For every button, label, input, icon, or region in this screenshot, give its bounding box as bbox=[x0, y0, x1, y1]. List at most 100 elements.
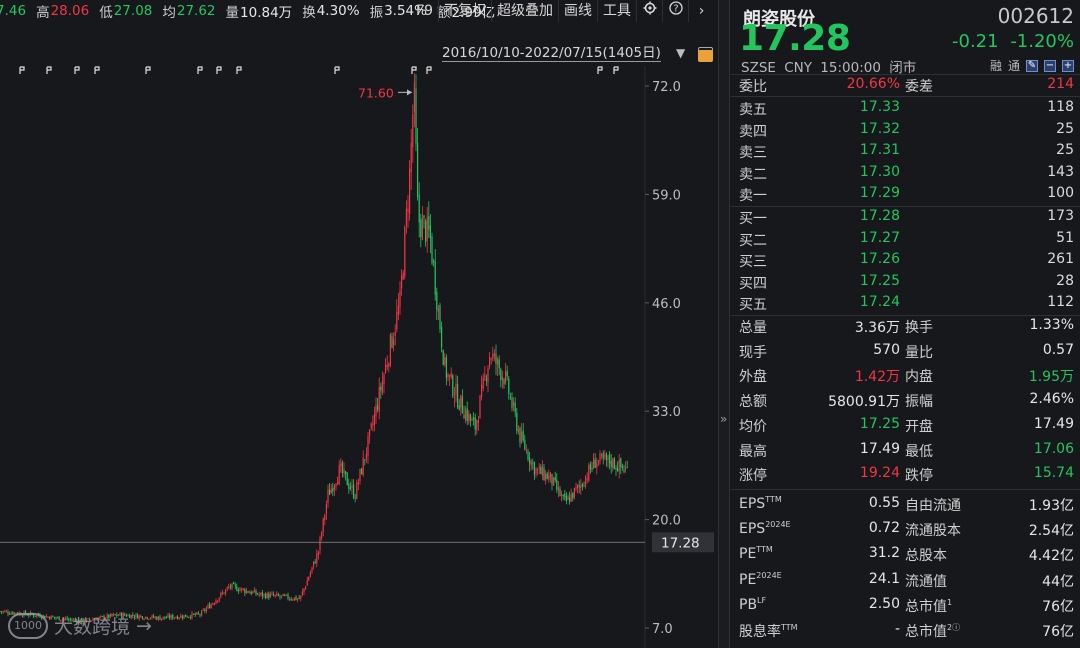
candle-body bbox=[607, 455, 609, 461]
f9-button[interactable]: F9 bbox=[411, 0, 438, 22]
candle-body bbox=[386, 364, 388, 367]
candle-body bbox=[623, 470, 625, 472]
candle-body bbox=[309, 572, 311, 577]
bids-price: 17.25 bbox=[859, 272, 900, 289]
asks-row[interactable]: 卖四 17.32 25 bbox=[731, 120, 1080, 141]
candle-body bbox=[463, 414, 465, 419]
watermark: 1000 大数跨境 → bbox=[8, 612, 152, 639]
high-value: 28.06 bbox=[50, 3, 90, 19]
event-flag-icon bbox=[74, 66, 80, 74]
candle-body bbox=[551, 474, 553, 485]
candle-body bbox=[325, 504, 327, 514]
candle-body bbox=[465, 410, 467, 421]
candle-body bbox=[477, 420, 479, 424]
candle-body bbox=[474, 416, 476, 430]
candle-body bbox=[447, 373, 449, 378]
prev-value: 7.46 bbox=[0, 3, 27, 19]
asks-level-label: 卖四 bbox=[739, 123, 767, 140]
candle-body bbox=[257, 593, 259, 595]
candle-body bbox=[413, 83, 415, 113]
fundamental-value: 2.54亿 bbox=[1028, 523, 1074, 540]
bids-row[interactable]: 买五 17.24 112 bbox=[731, 293, 1080, 314]
amplitude-label: 振 bbox=[369, 5, 384, 21]
overlay-button[interactable]: 超级叠加 bbox=[491, 0, 558, 22]
candle-body bbox=[345, 471, 347, 474]
bids-row[interactable]: 买一 17.28 173 bbox=[731, 207, 1080, 228]
bids-row[interactable]: 买二 17.27 51 bbox=[731, 229, 1080, 250]
bids-volume: 261 bbox=[1047, 251, 1074, 268]
candle-body bbox=[471, 418, 473, 421]
collapse-panel-icon[interactable]: » bbox=[720, 412, 727, 426]
candle-body bbox=[161, 618, 163, 621]
draw-button[interactable]: 画线 bbox=[558, 0, 597, 22]
candle-body bbox=[433, 260, 435, 263]
help-icon[interactable]: ? bbox=[662, 0, 688, 22]
candle-body bbox=[559, 488, 561, 496]
candle-body bbox=[292, 599, 294, 601]
candle-body bbox=[4, 611, 6, 613]
candle-body bbox=[575, 487, 577, 489]
asks-row[interactable]: 卖五 17.33 118 bbox=[731, 98, 1080, 119]
stat-label: 现手 bbox=[739, 344, 767, 361]
asks-row[interactable]: 卖二 17.30 143 bbox=[731, 163, 1080, 184]
candle-body bbox=[501, 376, 503, 380]
bids-row[interactable]: 买四 17.25 28 bbox=[731, 272, 1080, 293]
gear-icon[interactable] bbox=[636, 0, 662, 22]
watermark-logo: 1000 bbox=[8, 612, 48, 639]
svg-text:?: ? bbox=[673, 4, 678, 15]
fundamental-label: 总市值2ⓘ bbox=[905, 621, 960, 641]
candle-body bbox=[321, 532, 323, 539]
candle-body bbox=[423, 215, 425, 219]
lock-icon[interactable] bbox=[698, 50, 713, 62]
candle-body bbox=[300, 595, 302, 599]
candle-body bbox=[527, 451, 529, 460]
panel-divider[interactable] bbox=[718, 0, 730, 648]
tools-button[interactable]: 工具 bbox=[597, 0, 636, 22]
candle-body bbox=[468, 413, 470, 422]
fundamental-value: - bbox=[894, 621, 900, 637]
asks-row[interactable]: 卖三 17.31 25 bbox=[731, 141, 1080, 162]
candle-body bbox=[229, 586, 231, 588]
candle-body bbox=[215, 600, 217, 604]
high-label: 高 bbox=[36, 5, 50, 21]
date-range-selector[interactable]: 2016/10/10-2022/07/15(1405日) bbox=[442, 45, 661, 62]
plus-icon[interactable]: + bbox=[1062, 59, 1074, 72]
stat-row: 最高 17.49 最低 17.06 bbox=[731, 440, 1080, 461]
candle-body bbox=[319, 537, 321, 551]
candle-body bbox=[196, 612, 198, 615]
fundamental-label-sup: TTM bbox=[765, 495, 782, 504]
candle-body bbox=[351, 485, 353, 489]
candle-body bbox=[252, 591, 254, 594]
minus-icon[interactable]: − bbox=[1044, 59, 1056, 72]
fundamental-value: 31.2 bbox=[868, 545, 900, 562]
candle-body bbox=[428, 216, 430, 230]
candle-body bbox=[506, 370, 508, 377]
candle-body bbox=[377, 405, 379, 410]
bids-row[interactable]: 买三 17.26 261 bbox=[731, 250, 1080, 271]
fundamental-row: EPSTTM 0.55 自由流通 1.93亿 bbox=[731, 494, 1080, 515]
candle-body bbox=[298, 597, 300, 599]
candle-body bbox=[172, 614, 174, 619]
fundamental-label: 流通值 bbox=[905, 571, 947, 591]
candle-body bbox=[153, 615, 155, 618]
fundamental-label-text: 流通值 bbox=[905, 573, 947, 590]
candle-body bbox=[612, 458, 614, 469]
candle-body bbox=[489, 356, 491, 367]
chevron-right-icon[interactable]: › bbox=[688, 0, 714, 22]
candle-body bbox=[2, 611, 4, 613]
asks-row[interactable]: 卖一 17.29 100 bbox=[731, 184, 1080, 205]
fundamental-value: 1.93亿 bbox=[1028, 498, 1074, 514]
weicha-label: 委差 bbox=[905, 79, 933, 95]
fundamental-label: 流通股本 bbox=[905, 520, 961, 540]
through-label: 通 bbox=[1007, 59, 1020, 73]
event-flag-icon bbox=[145, 66, 151, 74]
candle-body bbox=[548, 475, 550, 481]
kline-chart[interactable]: 72.0 59.0 46.0 33.0 20.0 7.0 71.60 17.28 bbox=[0, 0, 718, 648]
triangle-down-icon[interactable]: ▼ bbox=[676, 46, 685, 60]
adjust-button[interactable]: 不复权 bbox=[438, 0, 491, 22]
candle-body bbox=[231, 583, 233, 589]
chart-pane[interactable]: 72.0 59.0 46.0 33.0 20.0 7.0 71.60 17.28 7.46 高… bbox=[0, 0, 718, 648]
candle-body bbox=[258, 594, 260, 596]
candle-body bbox=[329, 489, 331, 495]
edit-icon[interactable]: ✎ bbox=[1026, 59, 1038, 72]
